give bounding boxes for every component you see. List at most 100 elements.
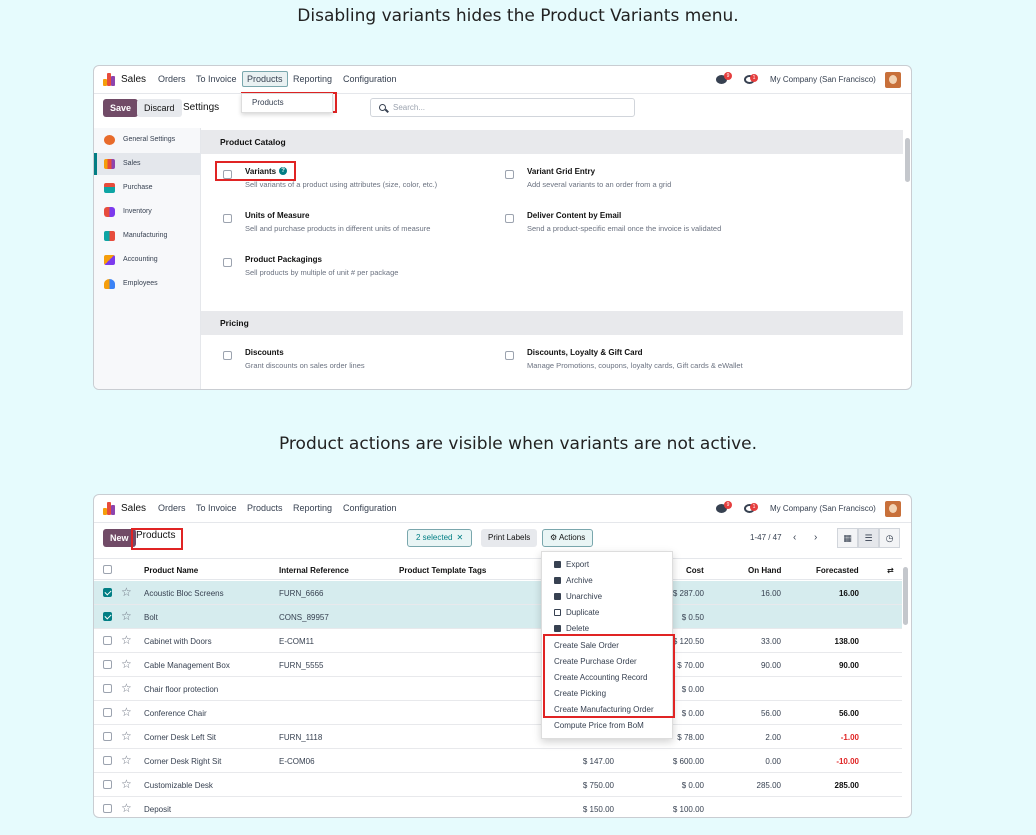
sidebar-item-purchase[interactable]: Purchase bbox=[94, 177, 201, 199]
activity-clock-icon[interactable]: 1 bbox=[744, 74, 758, 84]
app-name[interactable]: Sales bbox=[121, 74, 146, 85]
action-compute-price-bom[interactable]: Compute Price from BoM bbox=[554, 721, 644, 730]
menu-products[interactable]: Products bbox=[242, 71, 288, 87]
deliver-content-checkbox[interactable] bbox=[505, 214, 514, 223]
favorite-star-icon[interactable]: ☆ bbox=[121, 777, 132, 791]
select-all-checkbox[interactable] bbox=[103, 565, 112, 574]
action-delete[interactable]: Delete bbox=[554, 624, 589, 633]
user-avatar[interactable] bbox=[885, 72, 901, 88]
menu-products[interactable]: Products bbox=[247, 503, 283, 513]
col-on-hand[interactable]: On Hand bbox=[748, 566, 781, 575]
row-checkbox[interactable] bbox=[103, 684, 112, 693]
list-view-icon[interactable]: ☰ bbox=[858, 528, 879, 548]
search-input[interactable]: Search... bbox=[370, 98, 635, 117]
scrollbar[interactable] bbox=[905, 138, 910, 182]
discard-button[interactable]: Discard bbox=[137, 99, 182, 117]
table-row[interactable]: ☆ Bolt CONS_89957 $ 0.50 bbox=[94, 605, 902, 629]
clear-selection-icon[interactable]: ✕ bbox=[456, 533, 463, 542]
action-duplicate[interactable]: Duplicate bbox=[554, 608, 599, 617]
table-row[interactable]: ☆ Customizable Desk $ 750.00 $ 0.00 285.00 28… bbox=[94, 773, 902, 797]
discounts-checkbox[interactable] bbox=[223, 351, 232, 360]
activity-view-icon[interactable]: ◷ bbox=[879, 528, 900, 548]
sales-app-icon[interactable] bbox=[103, 73, 116, 86]
row-checkbox[interactable] bbox=[103, 732, 112, 741]
sidebar-item-general-settings[interactable]: General Settings bbox=[94, 129, 201, 151]
sales-app-icon[interactable] bbox=[103, 502, 116, 515]
new-button[interactable]: New bbox=[103, 529, 136, 547]
table-row[interactable]: ☆ Acoustic Bloc Screens FURN_6666 $ 287.00 1… bbox=[94, 581, 902, 605]
favorite-star-icon[interactable]: ☆ bbox=[121, 801, 132, 815]
action-create-accounting-record[interactable]: Create Accounting Record bbox=[554, 673, 647, 682]
row-checkbox[interactable] bbox=[103, 588, 112, 597]
action-unarchive[interactable]: Unarchive bbox=[554, 592, 602, 601]
app-name[interactable]: Sales bbox=[121, 503, 146, 514]
sidebar-item-inventory[interactable]: Inventory bbox=[94, 201, 201, 223]
optional-columns-icon[interactable]: ⇄ bbox=[887, 566, 894, 575]
table-row[interactable]: ☆ Cabinet with Doors E-COM11 $ 120.50 33.00 1… bbox=[94, 629, 902, 653]
favorite-star-icon[interactable]: ☆ bbox=[121, 633, 132, 647]
row-checkbox[interactable] bbox=[103, 612, 112, 621]
user-avatar[interactable] bbox=[885, 501, 901, 517]
favorite-star-icon[interactable]: ☆ bbox=[121, 729, 132, 743]
kanban-view-icon[interactable]: ▦ bbox=[837, 528, 858, 548]
favorite-star-icon[interactable]: ☆ bbox=[121, 753, 132, 767]
menu-to-invoice[interactable]: To Invoice bbox=[196, 74, 237, 84]
pager-next-icon[interactable]: › bbox=[814, 532, 817, 543]
menu-to-invoice[interactable]: To Invoice bbox=[196, 503, 237, 513]
chat-icon[interactable]: 9 bbox=[716, 501, 732, 513]
favorite-star-icon[interactable]: ☆ bbox=[121, 705, 132, 719]
menu-orders[interactable]: Orders bbox=[158, 74, 186, 84]
col-cost[interactable]: Cost bbox=[686, 566, 704, 575]
row-checkbox[interactable] bbox=[103, 780, 112, 789]
activity-clock-icon[interactable]: 1 bbox=[744, 503, 758, 513]
table-row[interactable]: ☆ Corner Desk Right Sit E-COM06 $ 147.00 $ 6… bbox=[94, 749, 902, 773]
row-checkbox[interactable] bbox=[103, 804, 112, 813]
dropdown-item-products[interactable]: Products bbox=[252, 98, 284, 107]
action-archive[interactable]: Archive bbox=[554, 576, 593, 585]
print-labels-button[interactable]: Print Labels bbox=[481, 529, 538, 547]
col-forecasted[interactable]: Forecasted bbox=[816, 566, 859, 575]
row-checkbox[interactable] bbox=[103, 708, 112, 717]
menu-configuration[interactable]: Configuration bbox=[343, 503, 397, 513]
col-product-name[interactable]: Product Name bbox=[144, 566, 198, 575]
table-row[interactable]: ☆ Deposit $ 150.00 $ 100.00 bbox=[94, 797, 902, 817]
row-checkbox[interactable] bbox=[103, 636, 112, 645]
favorite-star-icon[interactable]: ☆ bbox=[121, 681, 132, 695]
row-checkbox[interactable] bbox=[103, 660, 112, 669]
table-row[interactable]: ☆ Chair floor protection $ 0.00 bbox=[94, 677, 902, 701]
chat-icon[interactable]: 9 bbox=[716, 72, 732, 84]
menu-configuration[interactable]: Configuration bbox=[343, 74, 397, 84]
loyalty-checkbox[interactable] bbox=[505, 351, 514, 360]
favorite-star-icon[interactable]: ☆ bbox=[121, 609, 132, 623]
company-switcher[interactable]: My Company (San Francisco) bbox=[770, 75, 876, 84]
col-internal-reference[interactable]: Internal Reference bbox=[279, 566, 349, 575]
variants-checkbox[interactable] bbox=[223, 170, 232, 179]
company-switcher[interactable]: My Company (San Francisco) bbox=[770, 504, 876, 513]
packagings-checkbox[interactable] bbox=[223, 258, 232, 267]
pager-prev-icon[interactable]: ‹ bbox=[793, 532, 796, 543]
table-row[interactable]: ☆ Corner Desk Left Sit FURN_1118 $ 78.00 2.0… bbox=[94, 725, 902, 749]
favorite-star-icon[interactable]: ☆ bbox=[121, 657, 132, 671]
action-create-manufacturing-order[interactable]: Create Manufacturing Order bbox=[554, 705, 654, 714]
favorite-star-icon[interactable]: ☆ bbox=[121, 585, 132, 599]
table-row[interactable]: ☆ Conference Chair $ 0.00 56.00 56.00 bbox=[94, 701, 902, 725]
selection-badge[interactable]: 2 selected ✕ bbox=[407, 529, 473, 547]
action-create-purchase-order[interactable]: Create Purchase Order bbox=[554, 657, 637, 666]
help-icon[interactable]: ? bbox=[279, 167, 288, 175]
sidebar-item-manufacturing[interactable]: Manufacturing bbox=[94, 225, 201, 247]
scrollbar[interactable] bbox=[903, 567, 908, 625]
sidebar-item-sales[interactable]: Sales bbox=[94, 153, 201, 175]
row-checkbox[interactable] bbox=[103, 756, 112, 765]
action-create-sale-order[interactable]: Create Sale Order bbox=[554, 641, 619, 650]
pager-value[interactable]: 1-47 / 47 bbox=[750, 533, 782, 542]
action-create-picking[interactable]: Create Picking bbox=[554, 689, 606, 698]
action-export[interactable]: Export bbox=[554, 560, 589, 569]
actions-button[interactable]: ⚙ Actions bbox=[542, 529, 594, 547]
uom-checkbox[interactable] bbox=[223, 214, 232, 223]
sidebar-item-accounting[interactable]: Accounting bbox=[94, 249, 201, 271]
menu-orders[interactable]: Orders bbox=[158, 503, 186, 513]
save-button[interactable]: Save bbox=[103, 99, 139, 117]
menu-reporting[interactable]: Reporting bbox=[293, 503, 332, 513]
col-template-tags[interactable]: Product Template Tags bbox=[399, 566, 486, 575]
variant-grid-checkbox[interactable] bbox=[505, 170, 514, 179]
